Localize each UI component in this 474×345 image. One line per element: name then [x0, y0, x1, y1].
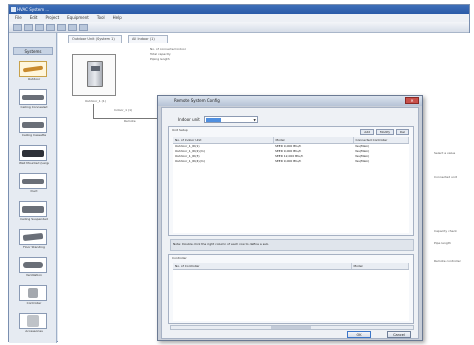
dialog-title-bar: Remote System Config ✕ [158, 96, 422, 106]
pipe-line [93, 104, 94, 118]
canvas-note-3: Piping length [150, 57, 170, 61]
right-note-2: Connected unit [434, 175, 457, 179]
ceiling-concealed-icon [22, 94, 44, 100]
ceiling-cassette-icon [22, 122, 44, 128]
duct-icon [22, 178, 44, 184]
palette-item-wall-mounted[interactable]: Wall Mounted (Large) [19, 145, 49, 166]
open-icon[interactable] [24, 24, 33, 31]
right-note-4: Pipe length [434, 241, 451, 245]
menu-bar: File Edit Project Equipment Tool Help [9, 14, 469, 22]
outdoor-unit-node[interactable] [72, 54, 116, 96]
app-title: HVAC System ... [17, 7, 50, 12]
new-icon[interactable] [13, 24, 22, 31]
dialog-body: Indoor unit ▼ Unit Setup Add Modify Del … [161, 107, 419, 339]
branch-label-remote: Remote [124, 119, 136, 123]
indoor-unit-row: Indoor unit ▼ [178, 116, 258, 123]
title-bar: HVAC System ... [9, 5, 469, 14]
equipment-palette: Systems Outdoor Ceiling Concealed Ceilin… [9, 33, 57, 343]
controller-icon [28, 288, 38, 298]
palette-item-controller[interactable]: Controller [19, 285, 49, 306]
palette-header: Systems [13, 47, 53, 55]
node-label: Outdoor_1 (1) [85, 99, 106, 103]
controller-table: No. of Controller Model [173, 263, 409, 321]
menu-equipment[interactable]: Equipment [67, 14, 89, 22]
palette-item-outdoor[interactable]: Outdoor [19, 61, 49, 82]
palette-item-ceiling-concealed[interactable]: Ceiling Concealed [19, 89, 49, 110]
right-note-5: Remote controller [434, 259, 461, 263]
scroll-thumb[interactable] [271, 326, 311, 329]
redo-icon[interactable] [68, 24, 77, 31]
close-icon[interactable]: ✕ [405, 97, 419, 104]
add-button[interactable]: Add [360, 129, 375, 135]
cancel-button[interactable]: Cancel [387, 331, 411, 338]
undo-icon[interactable] [57, 24, 66, 31]
floor-standing-icon [22, 232, 44, 242]
indoor-unit-select[interactable]: ▼ [203, 116, 258, 123]
menu-project[interactable]: Project [45, 14, 59, 22]
horizontal-scrollbar[interactable] [170, 325, 414, 330]
palette-item-ventilation[interactable]: Ventilation [19, 257, 49, 278]
palette-item-floor-standing[interactable]: Floor Standing [19, 229, 49, 250]
accessories-icon [27, 315, 39, 327]
ventilation-icon [23, 262, 43, 268]
group-label: Controller [172, 256, 187, 260]
controller-group: Controller No. of Controller Model [168, 254, 414, 324]
app-icon [11, 7, 16, 12]
delete-button[interactable]: Del [396, 129, 409, 135]
modify-button[interactable]: Modify [376, 129, 394, 135]
group-label: Unit Setup [172, 128, 188, 132]
palette-item-ceiling-cassette[interactable]: Ceiling Cassette [19, 117, 49, 138]
ok-button[interactable]: OK [347, 331, 371, 338]
menu-help[interactable]: Help [113, 14, 122, 22]
menu-edit[interactable]: Edit [30, 14, 38, 22]
menu-tool[interactable]: Tool [97, 14, 105, 22]
zoom-icon[interactable] [79, 24, 88, 31]
chevron-down-icon: ▼ [253, 118, 256, 122]
palette-item-ceiling-suspended[interactable]: Ceiling Suspended [19, 201, 49, 222]
tab-all-indoor[interactable]: All Indoor (1) [128, 35, 168, 43]
field-label: Indoor unit [178, 117, 200, 122]
dialog-title: Remote System Config [174, 98, 220, 103]
toolbar [9, 22, 469, 33]
hint-text: Note: Double click the right column of e… [170, 239, 414, 251]
canvas-note-1: No. of connected indoor [150, 47, 186, 51]
print-icon[interactable] [46, 24, 55, 31]
outdoor-unit-icon [87, 61, 103, 87]
ceiling-suspended-icon [22, 205, 44, 213]
indoor-unit-table: No. of Indoor Unit Model Connected Contr… [173, 137, 409, 233]
group-buttons: Add Modify Del [360, 129, 409, 135]
right-note-3: Capacity check [434, 229, 457, 233]
outdoor-unit-icon [22, 65, 44, 73]
remote-config-dialog: Remote System Config ✕ Indoor unit ▼ Uni… [157, 95, 423, 341]
selected-value [205, 118, 221, 122]
branch-label-indoor: Indoor_1 (1) [114, 108, 133, 112]
palette-item-accessories[interactable]: Accessories [19, 313, 49, 334]
menu-file[interactable]: File [15, 14, 22, 22]
save-icon[interactable] [35, 24, 44, 31]
tab-outdoor-unit[interactable]: Outdoor Unit (System 1) [68, 35, 122, 43]
wall-mounted-icon [22, 149, 44, 157]
unit-setup-group: Unit Setup Add Modify Del No. of Indoor … [168, 126, 414, 236]
right-note-1: Select a value [434, 151, 456, 155]
palette-item-duct[interactable]: Duct [19, 173, 49, 194]
canvas-note-2: Total capacity [150, 52, 171, 56]
